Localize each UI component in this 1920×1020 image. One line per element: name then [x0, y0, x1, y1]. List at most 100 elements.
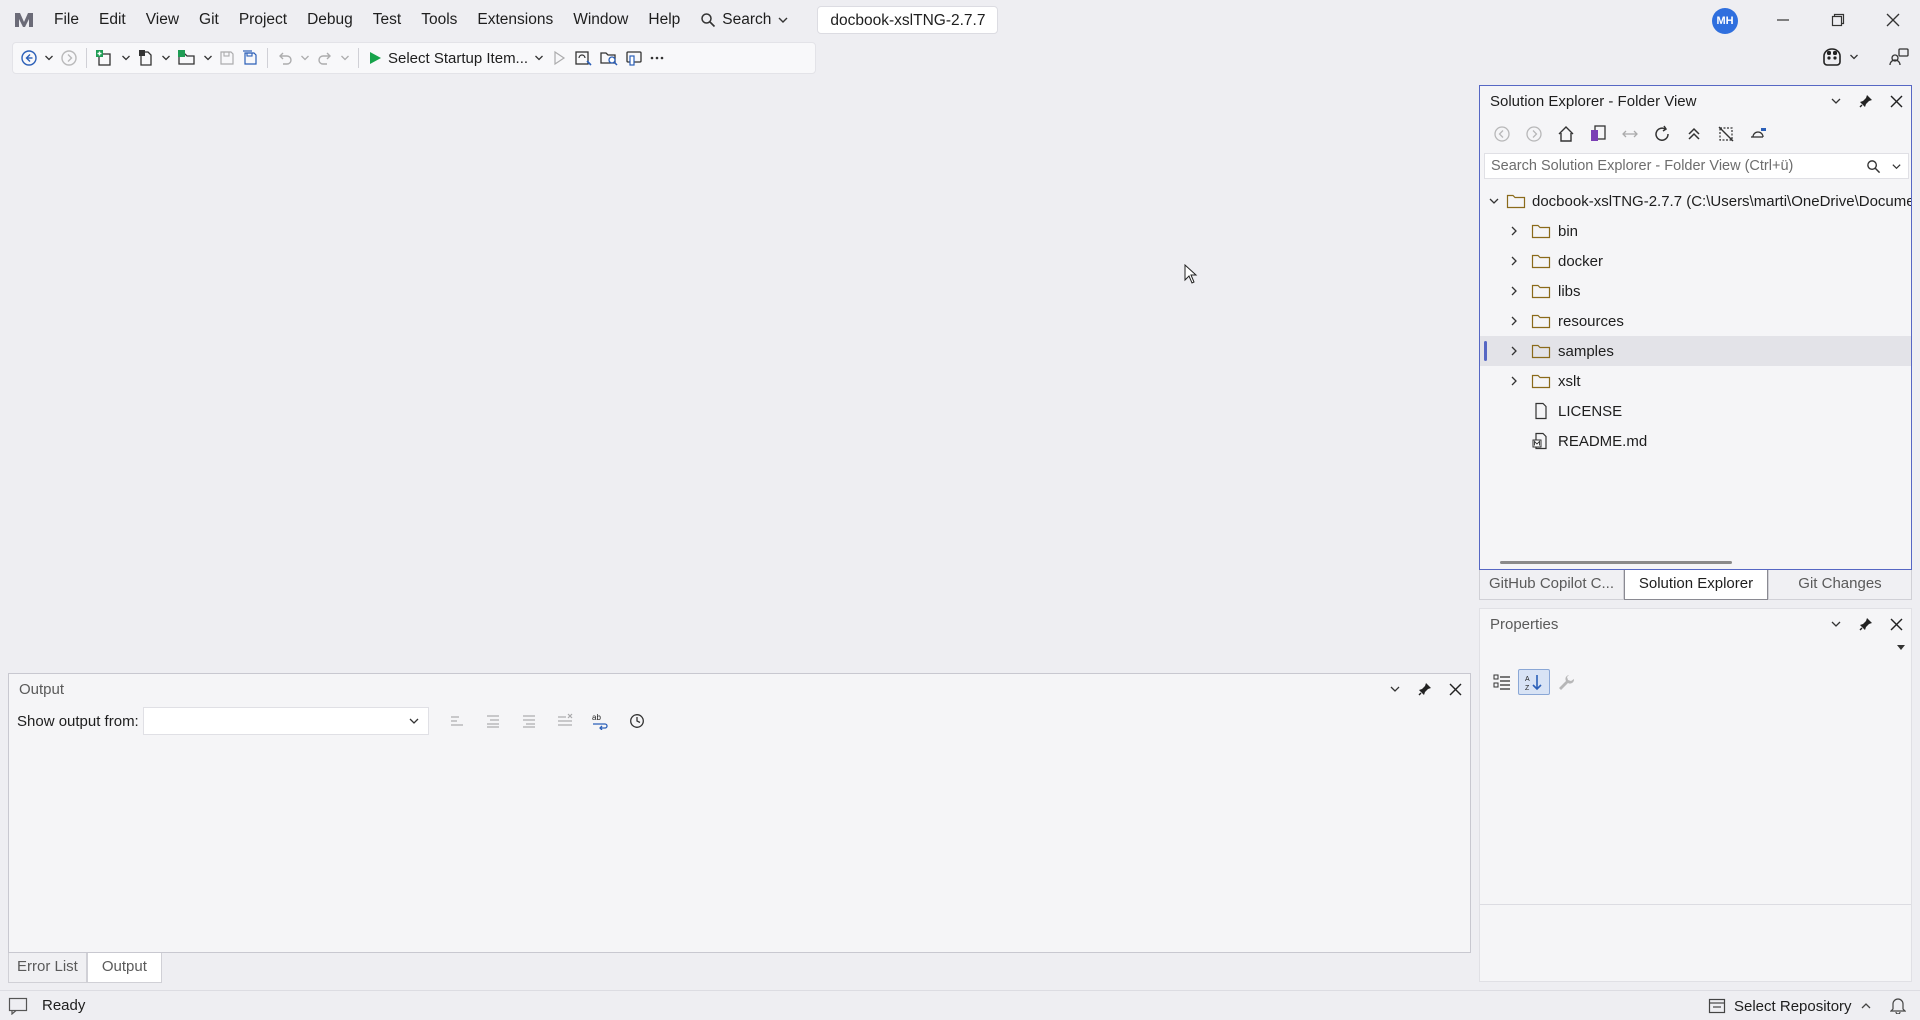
output-message-icon[interactable]: [8, 997, 28, 1015]
new-file-button[interactable]: [134, 45, 158, 71]
hot-reload-button[interactable]: [570, 45, 596, 71]
previous-message-button[interactable]: [475, 708, 511, 734]
se-forward-button[interactable]: [1518, 121, 1550, 147]
tree-item-xslt[interactable]: xslt: [1480, 366, 1911, 396]
tree-item-samples[interactable]: samples: [1480, 336, 1911, 366]
visual-studio-logo-icon[interactable]: [4, 0, 44, 40]
navigate-back-button[interactable]: [17, 45, 41, 71]
pin-button[interactable]: [1851, 609, 1881, 639]
output-source-select[interactable]: [142, 707, 429, 735]
object-dropdown-caret-icon[interactable]: [1897, 645, 1905, 651]
new-project-dropdown[interactable]: [118, 45, 134, 71]
menu-extensions[interactable]: Extensions: [467, 6, 563, 34]
close-window-button[interactable]: [1865, 0, 1920, 40]
collapsed-chevron-icon[interactable]: [1504, 221, 1524, 241]
navigate-back-dropdown[interactable]: [41, 45, 57, 71]
se-back-button[interactable]: [1486, 121, 1518, 147]
se-collapse-all-button[interactable]: [1678, 121, 1710, 147]
tab-output[interactable]: Output: [86, 953, 162, 983]
restore-button[interactable]: [1810, 0, 1865, 40]
next-message-button[interactable]: [511, 708, 547, 734]
menu-tools[interactable]: Tools: [411, 6, 467, 34]
menu-help[interactable]: Help: [638, 6, 690, 34]
undo-button[interactable]: [273, 45, 297, 71]
tree-item-resources[interactable]: resources: [1480, 306, 1911, 336]
pin-button[interactable]: [1851, 86, 1881, 116]
new-file-dropdown[interactable]: [158, 45, 174, 71]
tab-github-copilot-chat[interactable]: GitHub Copilot C...: [1479, 570, 1624, 600]
startup-item-selector[interactable]: Select Startup Item...: [364, 45, 548, 71]
live-share-button[interactable]: [622, 45, 646, 71]
tab-solution-explorer[interactable]: Solution Explorer: [1624, 570, 1768, 600]
search-menu[interactable]: Search: [690, 6, 799, 34]
tree-item-libs[interactable]: libs: [1480, 276, 1911, 306]
navigate-forward-button[interactable]: [57, 45, 81, 71]
tree-item-docker[interactable]: docker: [1480, 246, 1911, 276]
open-project-dropdown[interactable]: [200, 45, 216, 71]
collapsed-chevron-icon[interactable]: [1504, 281, 1524, 301]
send-feedback-button[interactable]: [1886, 44, 1912, 70]
back-circle-icon: [20, 49, 38, 67]
minimize-button[interactable]: [1755, 0, 1810, 40]
collapsed-chevron-icon[interactable]: [1504, 341, 1524, 361]
tree-item-bin[interactable]: bin: [1480, 216, 1911, 246]
alphabetical-button[interactable]: AZ: [1518, 669, 1550, 695]
find-in-files-button[interactable]: [596, 45, 622, 71]
save-all-button[interactable]: [238, 45, 262, 71]
se-search-options-dropdown[interactable]: [1884, 153, 1908, 179]
select-repository-label: Select Repository: [1734, 997, 1852, 1015]
menu-debug[interactable]: Debug: [297, 6, 363, 34]
menu-window[interactable]: Window: [563, 6, 638, 34]
close-panel-button[interactable]: [1881, 86, 1911, 116]
redo-button[interactable]: [313, 45, 337, 71]
collapsed-chevron-icon[interactable]: [1504, 311, 1524, 331]
copilot-dropdown[interactable]: [1846, 44, 1862, 70]
start-without-debugging-button[interactable]: [548, 45, 570, 71]
close-panel-button[interactable]: [1881, 609, 1911, 639]
notifications-bell-icon[interactable]: [1890, 996, 1906, 1014]
redo-dropdown[interactable]: [337, 45, 353, 71]
se-refresh-button[interactable]: [1646, 121, 1678, 147]
close-panel-button[interactable]: [1440, 674, 1470, 704]
collapsed-chevron-icon[interactable]: [1504, 251, 1524, 271]
property-pages-button[interactable]: [1550, 669, 1582, 695]
toolbar-overflow-button[interactable]: [646, 45, 668, 71]
save-button[interactable]: [216, 45, 238, 71]
se-sync-button[interactable]: [1614, 121, 1646, 147]
clear-all-button[interactable]: [547, 708, 583, 734]
menu-file[interactable]: File: [44, 6, 89, 34]
window-position-button[interactable]: [1380, 674, 1410, 704]
select-repository-button[interactable]: Select Repository: [1708, 991, 1872, 1020]
solution-explorer-search-input[interactable]: [1485, 158, 1863, 174]
window-position-button[interactable]: [1821, 86, 1851, 116]
menu-test[interactable]: Test: [363, 6, 411, 34]
undo-dropdown[interactable]: [297, 45, 313, 71]
tree-item-license[interactable]: LICENSE: [1480, 396, 1911, 426]
new-project-button[interactable]: [92, 45, 118, 71]
expanded-chevron-icon[interactable]: [1488, 191, 1500, 211]
pin-button[interactable]: [1410, 674, 1440, 704]
toggle-word-wrap-button[interactable]: ab: [583, 708, 619, 734]
se-switch-views-button[interactable]: [1582, 121, 1614, 147]
horizontal-scrollbar[interactable]: [1500, 561, 1732, 564]
tab-error-list[interactable]: Error List: [8, 953, 87, 983]
menu-git[interactable]: Git: [189, 6, 229, 34]
menu-view[interactable]: View: [136, 6, 189, 34]
collapsed-chevron-icon[interactable]: [1504, 371, 1524, 391]
se-preview-button[interactable]: [1742, 121, 1774, 147]
window-position-button[interactable]: [1821, 609, 1851, 639]
categorized-button[interactable]: [1486, 669, 1518, 695]
se-search-button[interactable]: [1863, 153, 1884, 179]
menu-edit[interactable]: Edit: [89, 6, 136, 34]
copilot-button[interactable]: [1818, 44, 1846, 70]
toggle-timestamps-button[interactable]: [619, 708, 655, 734]
se-home-button[interactable]: [1550, 121, 1582, 147]
tree-root[interactable]: docbook-xslTNG-2.7.7 (C:\Users\marti\One…: [1480, 186, 1911, 216]
se-show-all-files-button[interactable]: [1710, 121, 1742, 147]
find-message-in-code-button[interactable]: [439, 708, 475, 734]
tree-item-readme[interactable]: README.md: [1480, 426, 1911, 456]
open-project-button[interactable]: [174, 45, 200, 71]
tab-git-changes[interactable]: Git Changes: [1768, 570, 1912, 600]
menu-project[interactable]: Project: [229, 6, 297, 34]
user-avatar[interactable]: MH: [1712, 8, 1738, 34]
